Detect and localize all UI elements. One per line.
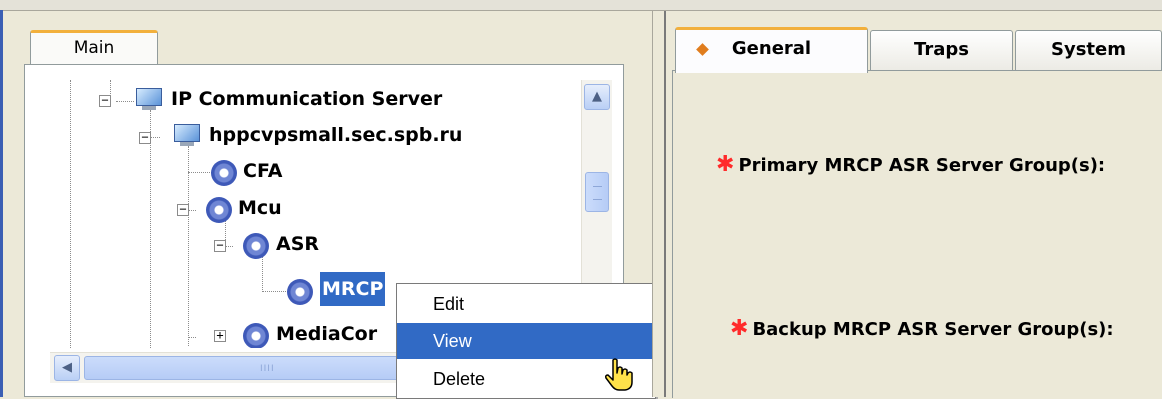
tab-system[interactable]: System — [1015, 30, 1162, 70]
tree-node-mrcp[interactable]: MRCP — [320, 272, 386, 306]
tree-node-mediacor[interactable]: MediaCor — [276, 323, 377, 345]
tree-node-mcu[interactable]: Mcu — [238, 197, 282, 219]
tree-connector — [188, 210, 196, 211]
tab-system-label: System — [1051, 39, 1126, 60]
hand-pointer-cursor-icon — [605, 358, 633, 391]
tree-connector — [262, 291, 288, 292]
required-asterisk-icon: ✱ — [716, 152, 735, 177]
tree-connector — [150, 137, 160, 138]
general-tab-panel — [672, 70, 1162, 398]
tree-connector — [225, 220, 226, 242]
tree-connector — [188, 172, 212, 173]
tree-connector — [116, 101, 134, 102]
tab-traps-label: Traps — [914, 39, 969, 60]
tree-connector — [225, 246, 233, 247]
collapse-toggle[interactable]: − — [214, 239, 226, 252]
tab-main[interactable]: Main — [30, 30, 158, 66]
gear-icon — [241, 321, 271, 348]
tree-connector — [70, 80, 71, 348]
tree-connector — [150, 110, 151, 348]
gear-icon — [241, 231, 271, 261]
tree-node-asr[interactable]: ASR — [276, 233, 319, 255]
server-monitor-icon — [172, 124, 200, 148]
tree-node-cfa[interactable]: CFA — [243, 160, 282, 182]
collapse-toggle[interactable]: − — [177, 203, 189, 216]
tree-connector — [188, 337, 196, 338]
tree-node-hppcvpsmall[interactable]: hppcvpsmall.sec.spb.ru — [209, 124, 462, 146]
menu-item-view[interactable]: View — [397, 323, 655, 359]
gear-icon — [204, 195, 234, 225]
gear-icon — [285, 277, 315, 307]
scroll-thumb[interactable] — [585, 172, 609, 212]
tab-general-label: General — [731, 38, 812, 59]
tree-connector — [188, 146, 189, 346]
expand-toggle[interactable]: + — [214, 329, 226, 342]
tree-connector — [262, 256, 263, 292]
server-monitor-icon — [134, 88, 162, 112]
menu-item-edit[interactable]: Edit — [397, 286, 655, 322]
scroll-left-button[interactable]: ◀ — [54, 355, 80, 381]
tab-general[interactable]: General — [675, 27, 868, 73]
required-asterisk-icon: ✱ — [730, 316, 749, 341]
primary-server-group-label: ✱ Primary MRCP ASR Server Group(s): — [716, 152, 1106, 177]
scroll-up-button[interactable]: ▲ — [584, 84, 610, 110]
window-top-strip — [0, 0, 1162, 11]
tab-traps[interactable]: Traps — [870, 30, 1013, 70]
active-tab-marker-icon — [696, 43, 709, 56]
collapse-toggle[interactable]: − — [139, 131, 151, 144]
backup-server-group-label: ✱ Backup MRCP ASR Server Group(s): — [730, 316, 1114, 341]
gear-icon — [209, 158, 239, 188]
tab-main-label: Main — [73, 38, 115, 58]
collapse-toggle[interactable]: − — [99, 94, 111, 107]
tree-node-ip-communication-server[interactable]: IP Communication Server — [171, 88, 442, 110]
